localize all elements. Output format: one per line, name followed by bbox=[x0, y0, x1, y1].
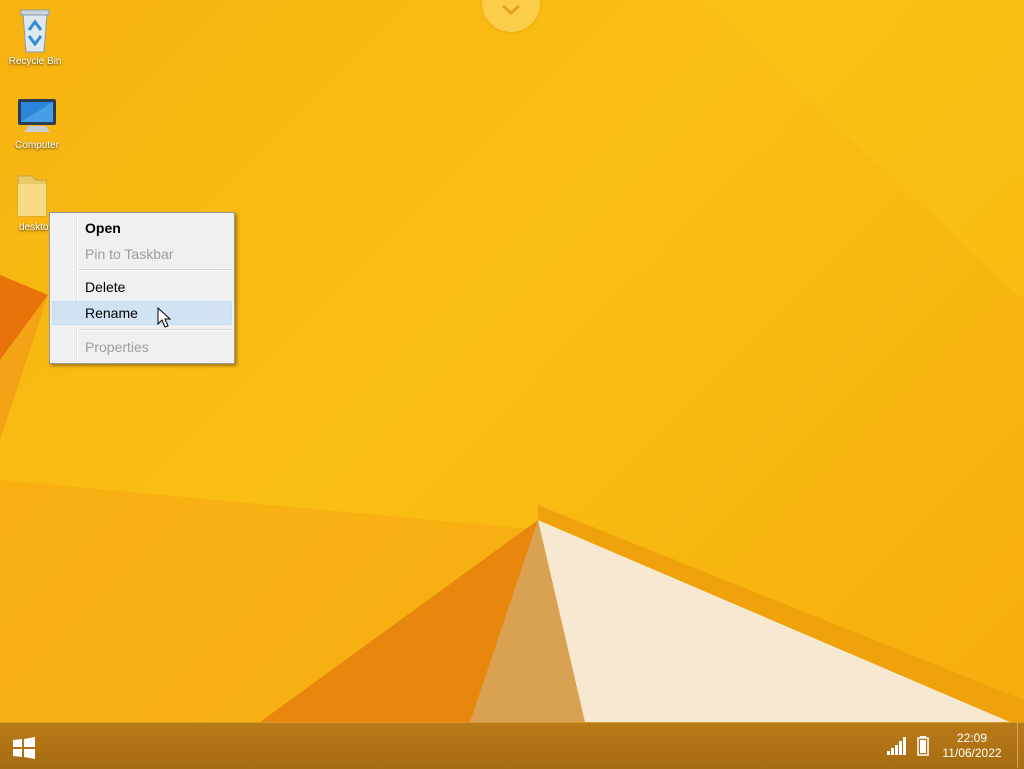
battery-icon[interactable] bbox=[916, 735, 930, 757]
recycle-bin-icon bbox=[20, 9, 50, 53]
clock-date: 11/06/2022 bbox=[942, 746, 1002, 760]
network-signal-icon[interactable] bbox=[886, 736, 908, 756]
menu-item-open[interactable]: Open bbox=[52, 216, 232, 240]
clock-time: 22:09 bbox=[956, 731, 988, 745]
desktop-icon-recycle-bin[interactable]: Recycle Bin bbox=[0, 6, 70, 67]
context-menu: Open Pin to Taskbar Delete Rename Proper… bbox=[49, 212, 235, 364]
menu-item-properties: Properties bbox=[85, 339, 149, 355]
desktop-icon-computer[interactable]: Computer bbox=[2, 96, 72, 151]
mouse-pointer-icon bbox=[157, 307, 171, 328]
menu-separator bbox=[78, 329, 232, 331]
computer-icon bbox=[18, 99, 56, 132]
taskbar bbox=[0, 722, 1024, 769]
folder-icon bbox=[17, 175, 47, 217]
show-desktop-button[interactable] bbox=[1017, 722, 1024, 768]
chevron-down-icon bbox=[502, 4, 520, 15]
desktop-icon-label: Computer bbox=[15, 140, 59, 151]
taskbar-clock[interactable]: 22:09 11/06/2022 bbox=[934, 731, 1010, 761]
menu-separator bbox=[78, 269, 232, 271]
desktop-icon-label: Recycle Bin bbox=[8, 56, 62, 67]
windows-logo-icon[interactable] bbox=[12, 736, 36, 760]
menu-item-pin-to-taskbar: Pin to Taskbar bbox=[85, 246, 174, 262]
menu-item-rename[interactable]: Rename bbox=[52, 301, 232, 325]
menu-item-delete[interactable]: Delete bbox=[52, 275, 232, 299]
